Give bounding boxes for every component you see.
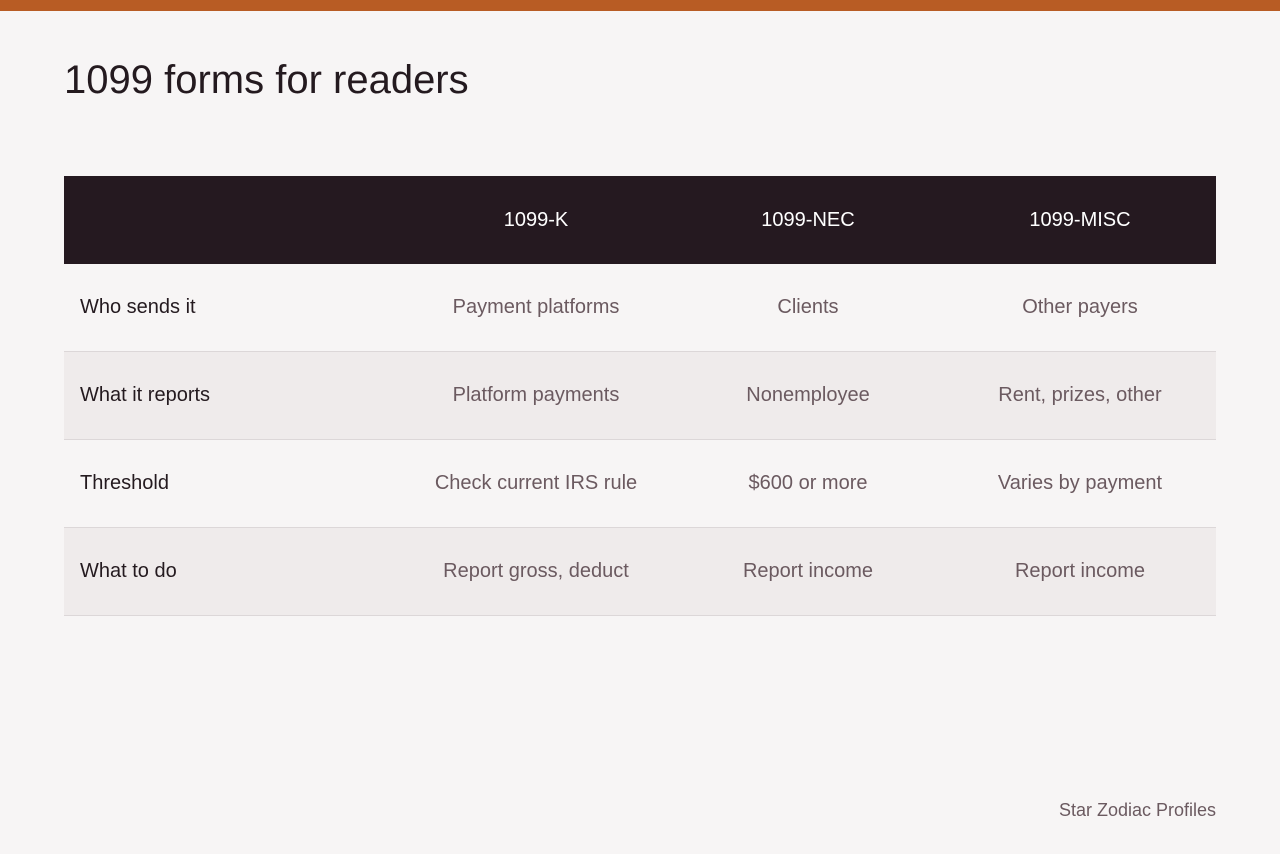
column-header-1099-misc: 1099-MISC (1029, 208, 1131, 231)
table-cell: Rent, prizes, other (998, 384, 1162, 406)
table-cell: Payment platforms (452, 296, 620, 318)
table-cell: Report income (1014, 560, 1146, 582)
row-label: What to do (80, 560, 177, 582)
row-label: Who sends it (80, 296, 196, 318)
footer-brand: Star Zodiac Profiles (1058, 800, 1216, 820)
table-row: Who sends it Payment platforms Clients O… (64, 264, 1216, 352)
accent-bar (0, 0, 1280, 11)
table-cell: Report gross, deduct (443, 560, 629, 582)
table-row: What to do Report gross, deduct Report i… (64, 528, 1216, 616)
table-cell: Varies by payment (997, 472, 1163, 494)
table-cell: Nonemployee (746, 384, 870, 406)
table-row: Threshold Check current IRS rule $600 or… (64, 440, 1216, 528)
row-label: What it reports (80, 384, 211, 406)
table-cell: Check current IRS rule (434, 472, 638, 494)
table-cell: Other payers (1022, 296, 1138, 318)
column-header-1099-nec: 1099-NEC (761, 208, 855, 231)
table-cell: $600 or more (748, 472, 868, 494)
row-label: Threshold (80, 472, 169, 494)
page-title: 1099 forms for readers (64, 58, 469, 102)
table-cell: Clients (777, 296, 839, 318)
table-header-row: 1099-K 1099-NEC 1099-MISC (64, 176, 1216, 264)
column-header-1099-k: 1099-K (503, 208, 569, 231)
table-row: What it reports Platform payments Nonemp… (64, 352, 1216, 440)
table-cell: Report income (742, 560, 874, 582)
comparison-table: 1099-K 1099-NEC 1099-MISC Who sends it P… (64, 176, 1216, 616)
table-cell: Platform payments (452, 384, 620, 406)
